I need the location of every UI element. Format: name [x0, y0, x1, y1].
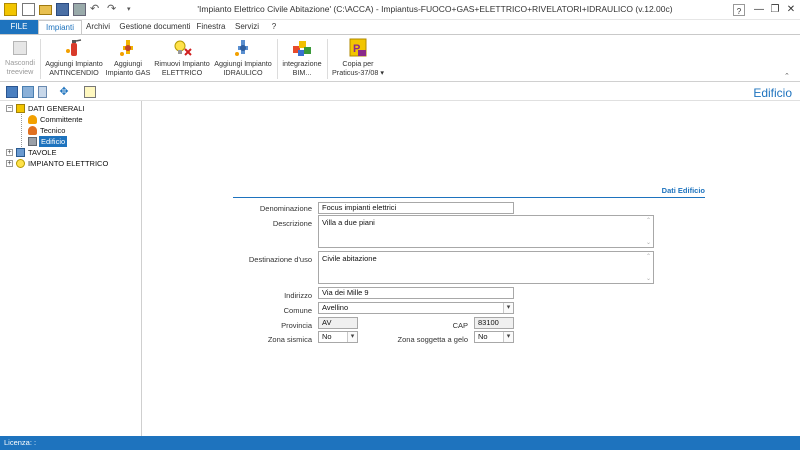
- license-status: Licenza: :: [4, 438, 37, 447]
- denominazione-label: Denominazione: [259, 204, 312, 213]
- form-header: Dati Edificio: [233, 186, 705, 198]
- window-frame-icon[interactable]: [84, 86, 96, 98]
- expand-icon[interactable]: +: [6, 160, 13, 167]
- help-button[interactable]: ?: [733, 4, 745, 16]
- tab-file[interactable]: FILE: [0, 20, 38, 35]
- tree-node-committente[interactable]: Committente: [26, 114, 136, 125]
- zona-sismica-value: No: [322, 332, 332, 341]
- zona-gelo-select[interactable]: No ▾: [474, 331, 514, 343]
- zona-sismica-label: Zona sismica: [267, 335, 312, 344]
- integrazione-bim-button[interactable]: integrazione BIM...: [280, 38, 324, 77]
- cap-field[interactable]: 83100: [474, 317, 514, 329]
- building-icon: [28, 137, 37, 146]
- dati-generali-icon: [16, 104, 25, 113]
- tree-toolbar: ✥: [0, 83, 800, 101]
- provincia-field[interactable]: AV: [318, 317, 358, 329]
- layers-icon[interactable]: [22, 86, 34, 98]
- comune-select[interactable]: Avellino ▾: [318, 302, 514, 314]
- collapse-icon[interactable]: −: [6, 105, 13, 112]
- tree-view: − DATI GENERALI Committente Tecnico Edif…: [0, 101, 142, 436]
- bim-cubes-icon: [291, 38, 313, 58]
- save-icon[interactable]: [56, 3, 69, 16]
- destinazione-textarea[interactable]: Civile abitazione ⌃ ⌄: [318, 251, 654, 284]
- move-arrows-icon[interactable]: ✥: [58, 86, 70, 98]
- book-icon[interactable]: [6, 86, 18, 98]
- tree-node-tecnico[interactable]: Tecnico: [26, 125, 136, 136]
- indirizzo-field[interactable]: Via dei Mille 9: [318, 287, 514, 299]
- tree-node-edificio[interactable]: Edificio: [26, 136, 136, 147]
- descrizione-value: Villa a due piani: [322, 218, 375, 227]
- descrizione-textarea[interactable]: Villa a due piani ⌃ ⌄: [318, 215, 654, 248]
- open-folder-icon[interactable]: [39, 5, 52, 15]
- zona-gelo-value: No: [478, 332, 488, 341]
- lightbulb-remove-icon: [171, 38, 193, 58]
- water-pipe-icon: [232, 38, 254, 58]
- provincia-label: Provincia: [281, 321, 312, 330]
- zona-sismica-select[interactable]: No ▾: [318, 331, 358, 343]
- indirizzo-label: Indirizzo: [284, 291, 312, 300]
- ribbon-separator: [277, 39, 278, 79]
- comune-label: Comune: [283, 306, 312, 315]
- descrizione-label: Descrizione: [272, 219, 312, 228]
- window-title: 'Impianto Elettrico Civile Abitazione' (…: [197, 4, 673, 14]
- copia-praticus-button[interactable]: P Copia per Praticus-37/08 ▾: [330, 38, 386, 77]
- chevron-down-icon[interactable]: ▾: [503, 332, 513, 342]
- cap-label: CAP: [452, 321, 468, 330]
- tree-connector: [21, 114, 22, 147]
- person-icon: [28, 115, 37, 124]
- tab-servizi[interactable]: Servizi: [232, 20, 262, 35]
- ribbon-separator: [40, 39, 41, 79]
- redo-icon[interactable]: ↷: [107, 3, 120, 16]
- tree-node-tavole[interactable]: + TAVOLE: [6, 147, 136, 158]
- treeview-icon: [13, 41, 27, 55]
- quick-access-dropdown-icon[interactable]: ▾: [127, 3, 140, 16]
- electric-plant-icon: [16, 159, 25, 168]
- tab-finestra[interactable]: Finestra: [196, 20, 226, 35]
- section-title: Edificio: [753, 86, 792, 100]
- denominazione-field[interactable]: Focus impianti elettrici: [318, 202, 514, 214]
- ribbon-panel: Nascondi treeview Aggiungi Impianto ANTI…: [0, 34, 800, 82]
- scroll-down-icon[interactable]: ⌄: [645, 239, 652, 246]
- ribbon-separator: [327, 39, 328, 79]
- gas-pipe-icon: [117, 38, 139, 58]
- tab-impianti[interactable]: Impianti: [38, 20, 82, 35]
- tab-archivi[interactable]: Archivi: [84, 20, 112, 35]
- rimuovi-elettrico-button[interactable]: Rimuovi Impianto ELETTRICO: [152, 38, 212, 77]
- technician-icon: [28, 126, 37, 135]
- praticus-logo-icon: P: [347, 38, 369, 58]
- tab-gestione-documenti[interactable]: Gestione documenti: [118, 20, 192, 35]
- expand-icon[interactable]: +: [6, 149, 13, 156]
- scroll-up-icon[interactable]: ⌃: [645, 253, 652, 260]
- title-bar: ↶ ↷ ▾ 'Impianto Elettrico Civile Abitazi…: [0, 0, 800, 20]
- print-icon[interactable]: [73, 3, 86, 16]
- app-logo-icon: [4, 3, 17, 16]
- form-header-title: Dati Edificio: [661, 186, 705, 195]
- scroll-up-icon[interactable]: ⌃: [645, 217, 652, 224]
- aggiungi-antincendio-button[interactable]: Aggiungi Impianto ANTINCENDIO: [44, 38, 104, 77]
- status-bar: Licenza: :: [0, 436, 800, 450]
- destinazione-label: Destinazione d'uso: [248, 255, 312, 264]
- aggiungi-idraulico-button[interactable]: Aggiungi Impianto IDRAULICO: [212, 38, 274, 77]
- tavole-icon: [16, 148, 25, 157]
- zona-gelo-label: Zona soggetta a gelo: [397, 335, 468, 344]
- scroll-down-icon[interactable]: ⌄: [645, 275, 652, 282]
- nascondi-treeview-button[interactable]: Nascondi treeview: [3, 38, 37, 76]
- ribbon-tab-bar: FILE Impianti Archivi Gestione documenti…: [0, 20, 800, 35]
- new-file-icon[interactable]: [22, 3, 35, 16]
- close-button[interactable]: ✕: [782, 2, 800, 17]
- tree-node-impianto-elettrico[interactable]: + IMPIANTO ELETTRICO: [6, 158, 136, 169]
- undo-icon[interactable]: ↶: [90, 3, 103, 16]
- chevron-down-icon[interactable]: ▾: [503, 303, 513, 313]
- document-icon[interactable]: [38, 86, 47, 98]
- comune-value: Avellino: [322, 303, 349, 312]
- tab-help[interactable]: ?: [268, 20, 280, 35]
- destinazione-value: Civile abitazione: [322, 254, 377, 263]
- chevron-down-icon[interactable]: ▾: [347, 332, 357, 342]
- tree-node-dati-generali[interactable]: − DATI GENERALI: [6, 103, 136, 114]
- fire-extinguisher-icon: [63, 38, 85, 58]
- ribbon-collapse-icon[interactable]: ⌃: [784, 72, 794, 82]
- aggiungi-gas-button[interactable]: Aggiungi Impianto GAS: [104, 38, 152, 77]
